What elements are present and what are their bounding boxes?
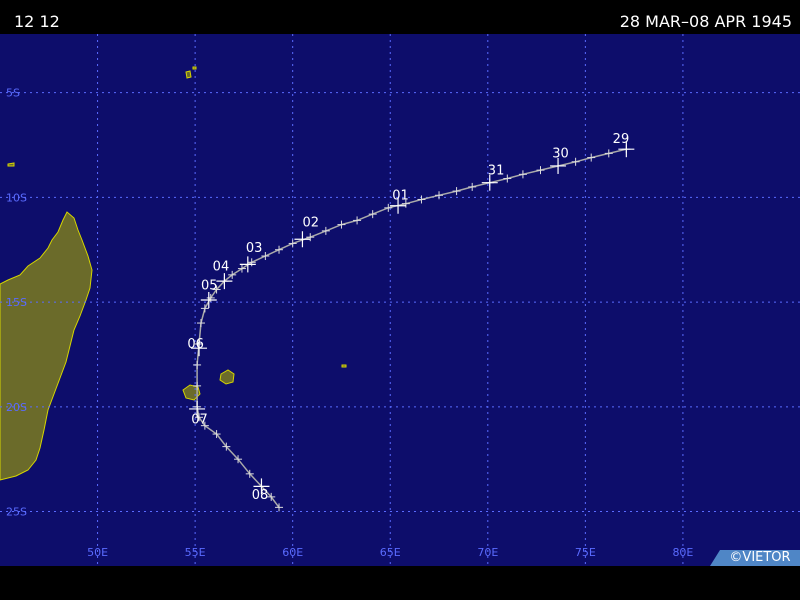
longitude-label: 55E [185, 546, 206, 559]
islet [7, 162, 15, 167]
longitude-label: 50E [87, 546, 108, 559]
seychelles-islet [185, 70, 192, 79]
daily-date-label: 30 [552, 147, 569, 162]
daily-date-label: 08 [252, 488, 269, 503]
longitude-label: 65E [380, 546, 401, 559]
track-map: 50E 55E 60E 65E 70E 75E 80E 5S 10S 15S 20S 25S 29 30… [0, 34, 800, 566]
daily-date-label: 03 [246, 241, 263, 256]
daily-date-label: 04 [213, 260, 230, 275]
islet [341, 364, 347, 368]
latitude-label: 15S [6, 296, 27, 309]
daily-date-label: 01 [392, 188, 409, 203]
islet [192, 66, 197, 70]
latitude-label: 20S [6, 401, 27, 414]
time-label: 12 12 [14, 12, 60, 31]
daily-date-label: 29 [613, 132, 630, 147]
longitude-label: 75E [575, 546, 596, 559]
ocean-background [0, 34, 800, 566]
daily-date-label: 06 [187, 337, 204, 352]
credit-badge: ©VIETOR [710, 550, 800, 566]
daily-date-label: 07 [191, 413, 208, 428]
footer-bar [0, 566, 800, 600]
header-bar: 12 12 28 MAR–08 APR 1945 [0, 0, 800, 34]
daily-date-label: 05 [201, 279, 218, 294]
longitude-label: 60E [282, 546, 303, 559]
latitude-label: 10S [6, 191, 27, 204]
latitude-label: 25S [6, 506, 27, 519]
latitude-label: 5S [6, 87, 20, 100]
longitude-label: 80E [672, 546, 693, 559]
daily-date-label: 02 [302, 216, 319, 231]
date-range-label: 28 MAR–08 APR 1945 [619, 12, 792, 31]
daily-date-label: 31 [488, 163, 505, 178]
longitude-label: 70E [477, 546, 498, 559]
